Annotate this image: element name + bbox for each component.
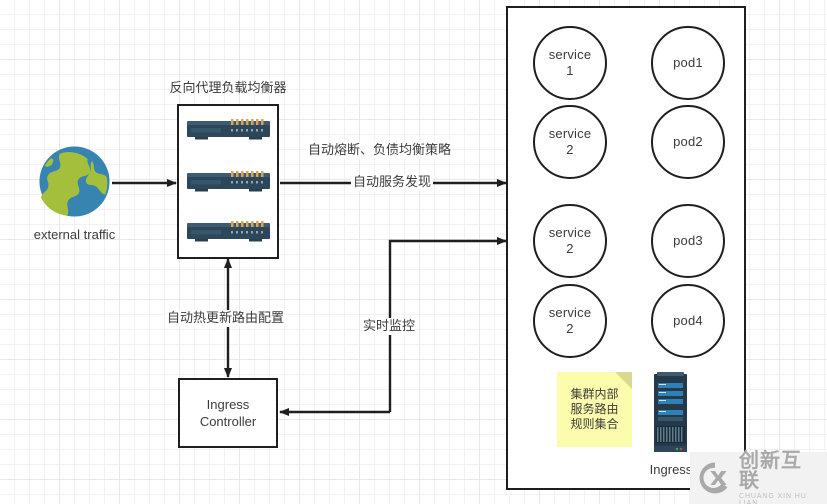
service-node-label: service (548, 225, 592, 240)
edge-label-realtime-monitoring: 实时监控 (361, 318, 418, 335)
sticky-note-line3: 规则集合 (570, 417, 619, 431)
network-switch-icon (187, 170, 270, 194)
service-node-index: 2 (566, 142, 574, 157)
network-switch-icon (187, 118, 270, 142)
pod-node-label: pod4 (673, 313, 703, 328)
ingress-controller-box: Ingress Controller (178, 378, 278, 448)
external-traffic-label: external traffic (33, 227, 116, 242)
globe-icon (38, 145, 111, 218)
pod-node: pod2 (651, 105, 725, 179)
ingress-controller-line2: Controller (199, 414, 257, 429)
pod-node-label: pod3 (673, 233, 703, 248)
service-node-label: service (548, 47, 592, 62)
cx-logo-icon (699, 462, 728, 494)
service-node-label: service (548, 305, 592, 320)
service-node-label: service (548, 126, 592, 141)
pod-node: pod3 (651, 204, 725, 278)
service-node: service 1 (533, 26, 607, 100)
watermark: 创新互联 CHUANG XIN HU LIAN (690, 447, 827, 504)
routing-rules-sticky-note: 集群内部 服务路由 规则集合 (557, 372, 632, 447)
service-node: service 2 (533, 204, 607, 278)
service-node-index: 2 (566, 241, 574, 256)
ingress-controller-line1: Ingress (206, 397, 250, 412)
service-node-index: 1 (566, 63, 574, 78)
service-node: service 2 (533, 284, 607, 358)
watermark-cn-text: 创新互联 (739, 447, 802, 492)
service-node: service 2 (533, 105, 607, 179)
sticky-note-line1: 集群内部 (570, 387, 619, 401)
watermark-en-text: CHUANG XIN HU LIAN (739, 492, 807, 504)
network-switch-icon (187, 220, 270, 244)
load-balancer-title: 反向代理负载均衡器 (169, 81, 287, 96)
pod-node-label: pod1 (673, 55, 703, 70)
server-rack-icon (652, 372, 689, 454)
pod-node: pod4 (651, 284, 725, 358)
pod-node-label: pod2 (673, 134, 703, 149)
edge-label-service-discovery: 自动服务发现 (351, 174, 434, 191)
sticky-note-fold-corner (615, 372, 632, 389)
edge-label-circuit-breaking: 自动熔断、负债均衡策略 (306, 142, 454, 159)
service-node-index: 2 (566, 321, 574, 336)
edge-label-hot-reload-route-config: 自动热更新路由配置 (165, 310, 287, 327)
sticky-note-line2: 服务路由 (570, 402, 619, 416)
pod-node: pod1 (651, 26, 725, 100)
diagram-canvas: external traffic 反向代理负载均衡器 自动熔断、负债均衡策略 自… (0, 0, 827, 504)
